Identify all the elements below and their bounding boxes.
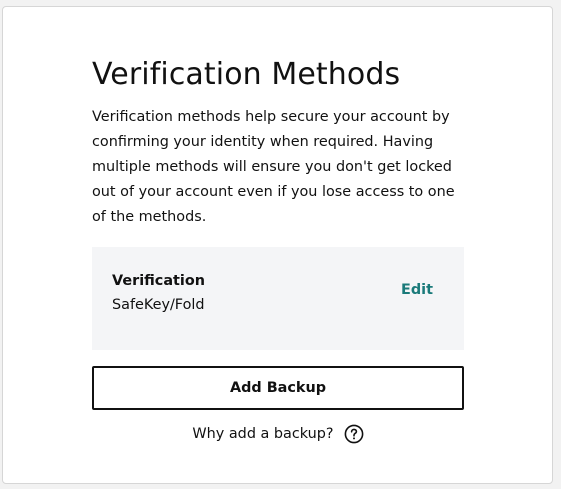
edit-method-link[interactable]: Edit bbox=[401, 281, 433, 299]
add-backup-button[interactable]: Add Backup bbox=[92, 366, 464, 410]
page-title: Verification Methods bbox=[92, 57, 401, 92]
method-value: SafeKey/Fold bbox=[112, 297, 205, 313]
question-circle-icon[interactable] bbox=[344, 424, 364, 444]
verification-card: Verification Methods Verification method… bbox=[2, 6, 553, 484]
method-name: Verification bbox=[112, 273, 205, 289]
question-circle-icon-glyph bbox=[344, 424, 363, 444]
why-add-backup-link[interactable]: Why add a backup? bbox=[92, 423, 464, 445]
why-add-backup-label: Why add a backup? bbox=[192, 426, 334, 442]
page-description: Verification methods help secure your ac… bbox=[92, 109, 455, 225]
verification-method-item: Verification SafeKey/Fold Edit bbox=[92, 247, 464, 350]
